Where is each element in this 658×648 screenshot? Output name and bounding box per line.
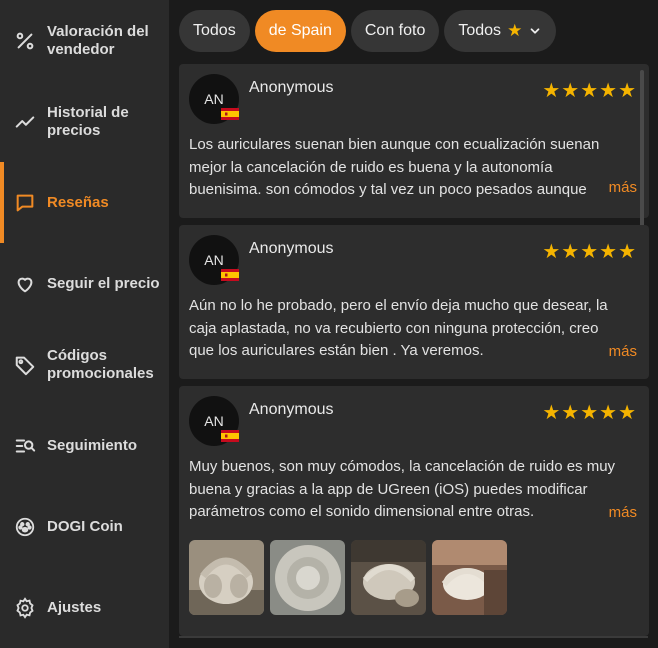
avatar-initials: AN <box>204 252 224 268</box>
review-photos <box>189 540 507 615</box>
list-search-icon <box>13 434 37 458</box>
rating-stars: ★★★★★ <box>542 402 637 424</box>
filter-rating-label: Todos <box>458 22 502 39</box>
reviewer-name: Anonymous <box>249 240 334 257</box>
sidebar-item-follow-price[interactable]: Seguir el precio <box>0 243 169 324</box>
review-card: AN Anonymous ★★★★★ Muy buenos, son muy c… <box>179 386 649 636</box>
filter-all-label: Todos <box>193 22 236 39</box>
spain-flag-icon <box>221 430 239 442</box>
read-more-link[interactable]: más <box>609 504 637 521</box>
sidebar-item-label: Ajustes <box>47 598 102 616</box>
chevron-down-icon <box>530 28 540 34</box>
review-text: Muy buenos, son muy cómodos, la cancelac… <box>189 458 616 520</box>
sidebar-item-label: Reseñas <box>47 193 109 211</box>
sidebar-item-seller-rating[interactable]: Valoración del vendedor <box>0 0 169 81</box>
filter-rating-dropdown[interactable]: Todos ★ <box>444 10 557 52</box>
review-card: AN Anonymous ★★★★★ Los auriculares suena… <box>179 64 649 218</box>
sidebar-item-reviews[interactable]: Reseñas <box>0 162 169 243</box>
sidebar-item-tracking[interactable]: Seguimiento <box>0 405 169 486</box>
review-card: AN Anonymous ★★★★★ Aún no lo he probado,… <box>179 225 649 379</box>
spain-flag-icon <box>221 269 239 281</box>
review-text: Los auriculares suenan bien aunque con e… <box>189 136 600 198</box>
sidebar-item-label: Seguimiento <box>47 436 138 454</box>
avatar-initials: AN <box>204 91 224 107</box>
gear-icon <box>13 596 37 620</box>
review-photo-thumbnail[interactable] <box>189 540 264 615</box>
read-more-link[interactable]: más <box>609 343 637 360</box>
filter-photo-button[interactable]: Con foto <box>350 10 440 52</box>
rating-stars: ★★★★★ <box>542 80 637 102</box>
filter-spain-label: de Spain <box>268 22 332 39</box>
star-icon: ★ <box>507 21 523 40</box>
rating-stars: ★★★★★ <box>542 241 637 263</box>
review-text: Aún no lo he probado, pero el envío deja… <box>189 297 608 359</box>
divider <box>179 636 648 638</box>
sidebar-item-label: Seguir el precio <box>47 274 160 292</box>
tag-icon <box>13 353 37 377</box>
filter-photo-label: Con foto <box>364 22 426 39</box>
review-photo-thumbnail[interactable] <box>432 540 507 615</box>
reviews-panel: Todos de Spain Con foto Todos ★ AN Anony… <box>169 0 658 648</box>
filter-bar: Todos de Spain Con foto Todos ★ <box>179 10 557 52</box>
review-photo-thumbnail[interactable] <box>270 540 345 615</box>
sidebar-item-settings[interactable]: Ajustes <box>0 567 169 648</box>
trend-line-icon <box>13 110 37 134</box>
paw-icon <box>13 515 37 539</box>
heart-icon <box>13 272 37 296</box>
read-more-link[interactable]: más <box>609 179 637 196</box>
sidebar-item-label: DOGI Coin <box>47 517 123 535</box>
reviewer-name: Anonymous <box>249 401 334 418</box>
percent-icon <box>13 29 37 53</box>
avatar-initials: AN <box>204 413 224 429</box>
reviewer-name: Anonymous <box>249 79 334 96</box>
sidebar-item-label: Códigos promocionales <box>47 346 154 382</box>
chat-bubble-icon <box>13 191 37 215</box>
sidebar-item-label: Historial de precios <box>47 103 129 139</box>
sidebar-item-promo-codes[interactable]: Códigos promocionales <box>0 324 169 405</box>
filter-spain-button[interactable]: de Spain <box>254 10 346 52</box>
sidebar-item-dogi-coin[interactable]: DOGI Coin <box>0 486 169 567</box>
spain-flag-icon <box>221 108 239 120</box>
filter-all-button[interactable]: Todos <box>179 10 250 52</box>
sidebar-item-label: Valoración del vendedor <box>47 22 149 58</box>
sidebar-item-price-history[interactable]: Historial de precios <box>0 81 169 162</box>
sidebar: Valoración del vendedor Historial de pre… <box>0 0 169 648</box>
review-photo-thumbnail[interactable] <box>351 540 426 615</box>
